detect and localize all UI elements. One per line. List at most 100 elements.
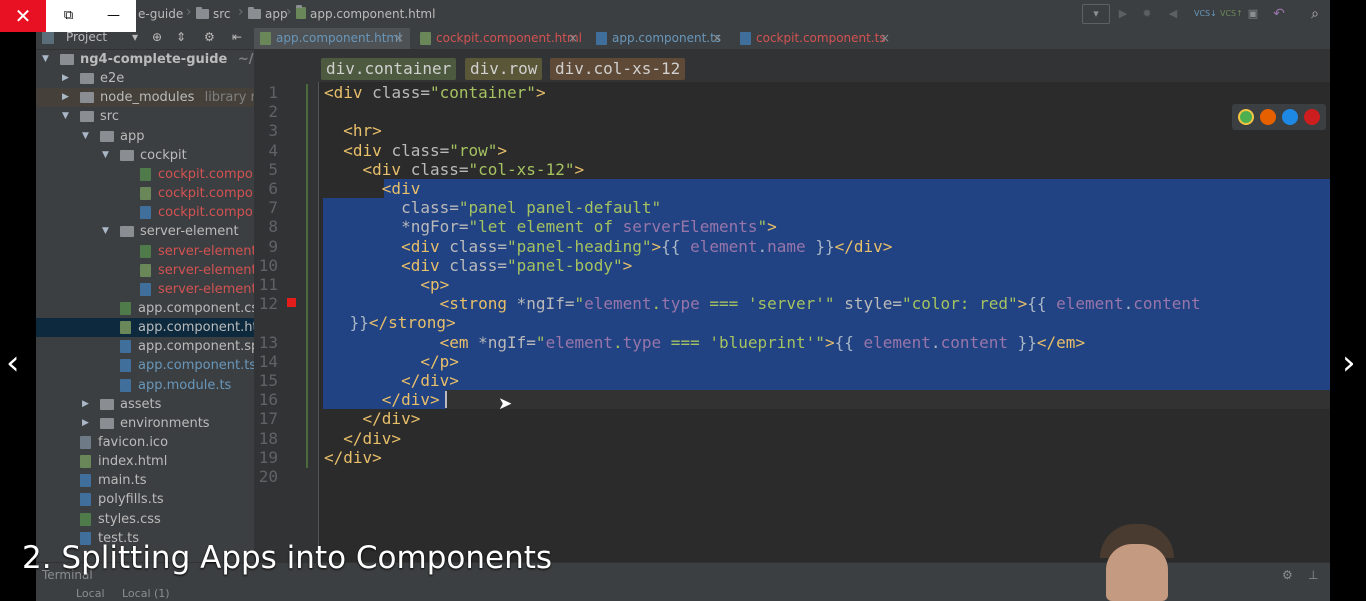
revert-icon[interactable]: ↶ <box>1270 5 1288 23</box>
tree-item[interactable]: styles.css <box>36 510 254 529</box>
opera-icon[interactable] <box>1304 109 1320 125</box>
chevron-down-icon[interactable]: ▾ <box>132 30 138 44</box>
tree-item[interactable]: app.module.ts <box>36 376 254 395</box>
tree-item[interactable]: ▶ environments <box>36 414 254 433</box>
terminal-tab-local[interactable]: Local <box>76 587 105 600</box>
tree-item[interactable]: ▶ assets <box>36 395 254 414</box>
tree-item[interactable]: ▼ src <box>36 107 254 126</box>
tree-item[interactable]: ▼ server-element <box>36 222 254 241</box>
target-icon[interactable]: ⊕ <box>152 30 162 44</box>
restore-button[interactable]: ⧉ <box>46 0 91 32</box>
tree-item[interactable]: ▼ cockpit <box>36 146 254 165</box>
tab-app-component-ts[interactable]: app.component.ts × <box>590 28 728 49</box>
terminal-tab-local-1[interactable]: Local (1) <box>122 587 170 600</box>
tree-item-label: polyfills.ts <box>98 492 164 507</box>
tree-item[interactable]: app.component.css <box>36 299 254 318</box>
navigation-bar: e-guide › src › app › app.component.html… <box>36 0 1330 29</box>
expanded-arrow-icon[interactable]: ▼ <box>62 107 69 126</box>
tag-breadcrumb-bar: div.container div.row div.col-xs-12 <box>254 50 1330 82</box>
breadcrumb-chip-container[interactable]: div.container <box>321 58 457 80</box>
tree-item[interactable]: index.html <box>36 452 254 471</box>
tab-cockpit-component-ts[interactable]: cockpit.component.ts × <box>734 28 896 49</box>
hide-panel-icon[interactable]: ⊥ <box>1308 563 1318 587</box>
expanded-arrow-icon[interactable]: ▼ <box>102 222 109 241</box>
previous-slide-icon[interactable]: ‹ <box>6 345 20 381</box>
tree-item[interactable]: favicon.ico <box>36 433 254 452</box>
tree-item[interactable]: ▼ ng4-complete-guide ~/dev <box>36 50 254 69</box>
tree-item-label: app.component.ht <box>138 320 254 335</box>
project-panel-title[interactable]: Project <box>66 30 107 44</box>
tree-item-note: ~/dev <box>237 52 254 67</box>
project-icon <box>42 32 54 44</box>
search-icon[interactable]: ⌕ <box>1306 5 1324 23</box>
breadcrumb-separator-icon: › <box>186 4 192 20</box>
css-file-icon <box>120 302 131 315</box>
close-button[interactable]: ✕ <box>0 0 46 32</box>
vcs-update-icon[interactable]: VCS↓ <box>1194 5 1217 23</box>
html-file-icon <box>140 187 151 200</box>
presenter-face <box>1106 544 1168 601</box>
close-icon[interactable]: × <box>394 28 404 49</box>
collapsed-arrow-icon[interactable]: ▶ <box>62 69 69 88</box>
debug-icon[interactable]: ✹ <box>1138 5 1156 23</box>
tree-item[interactable]: server-element. <box>36 261 254 280</box>
expanded-arrow-icon[interactable]: ▼ <box>102 146 109 165</box>
coverage-icon[interactable]: ◀ <box>1164 5 1182 23</box>
breadcrumb-src[interactable]: src <box>196 5 231 23</box>
breadcrumb-chip-col[interactable]: div.col-xs-12 <box>550 58 686 80</box>
safari-icon[interactable] <box>1282 109 1298 125</box>
chrome-icon[interactable] <box>1238 109 1254 125</box>
expanded-arrow-icon[interactable]: ▼ <box>82 127 89 146</box>
close-icon[interactable]: × <box>712 28 722 49</box>
breadcrumb-app[interactable]: app <box>248 5 288 23</box>
folder-icon <box>120 226 134 237</box>
tree-item[interactable]: cockpit.compon <box>36 184 254 203</box>
tree-item-label: src <box>100 109 119 124</box>
firefox-icon[interactable] <box>1260 109 1276 125</box>
tree-item[interactable]: ▶ node_modules library roo <box>36 88 254 107</box>
tree-item[interactable]: server-element. <box>36 280 254 299</box>
tree-item-label: app.component.sp <box>138 339 254 354</box>
collapsed-arrow-icon[interactable]: ▶ <box>62 88 69 107</box>
tree-item[interactable]: server-element. <box>36 242 254 261</box>
breadcrumb-file[interactable]: app.component.html <box>296 5 435 23</box>
tree-item[interactable]: cockpit.compon <box>36 203 254 222</box>
tree-item[interactable]: app.component.ts <box>36 356 254 375</box>
tab-label: cockpit.component.html <box>436 31 582 45</box>
ide-window: e-guide › src › app › app.component.html… <box>36 0 1330 601</box>
breadcrumb-chip-row[interactable]: div.row <box>465 58 543 80</box>
breadcrumb-project[interactable]: e-guide <box>138 5 183 23</box>
tree-item-label: favicon.ico <box>98 435 169 450</box>
hide-panel-icon[interactable]: ⇤ <box>232 30 242 44</box>
tree-item[interactable]: main.ts <box>36 471 254 490</box>
vcs-commit-icon[interactable]: VCS↑ <box>1220 5 1243 23</box>
tree-item[interactable]: app.component.sp <box>36 337 254 356</box>
tree-item[interactable]: ▼ app <box>36 127 254 146</box>
line-number: 13 <box>258 333 278 352</box>
tab-app-component-html[interactable]: app.component.html × <box>254 28 410 49</box>
close-icon[interactable]: × <box>568 28 578 49</box>
expanded-arrow-icon[interactable]: ▼ <box>42 50 49 69</box>
collapsed-arrow-icon[interactable]: ▶ <box>82 414 89 433</box>
close-icon[interactable]: × <box>880 28 890 49</box>
minimize-button[interactable]: — <box>91 0 136 32</box>
tree-item[interactable]: cockpit.compon <box>36 165 254 184</box>
tree-item[interactable]: app.component.ht <box>36 318 254 337</box>
history-icon[interactable]: ▣ <box>1244 5 1262 23</box>
next-slide-icon[interactable]: › <box>1342 345 1356 381</box>
code-line: <hr> <box>343 121 382 140</box>
gear-icon[interactable]: ⚙ <box>204 30 215 44</box>
run-config-dropdown[interactable]: ▾ <box>1082 4 1110 24</box>
gear-icon[interactable]: ⚙ <box>1282 563 1293 587</box>
collapse-icon[interactable]: ⇕ <box>176 30 186 44</box>
tree-item[interactable]: ▶ e2e <box>36 69 254 88</box>
run-icon[interactable]: ▶ <box>1114 5 1132 23</box>
fold-guide <box>306 84 308 468</box>
breadcrumb-app-label: app <box>265 7 288 21</box>
project-tree: ▼ ng4-complete-guide ~/dev ▶ e2e ▶ node_modul… <box>36 50 255 601</box>
tab-cockpit-component-html[interactable]: cockpit.component.html × <box>414 28 584 49</box>
folder-icon <box>60 54 74 65</box>
tree-item[interactable]: polyfills.ts <box>36 490 254 509</box>
tree-item-label: styles.css <box>98 512 161 527</box>
collapsed-arrow-icon[interactable]: ▶ <box>82 395 89 414</box>
